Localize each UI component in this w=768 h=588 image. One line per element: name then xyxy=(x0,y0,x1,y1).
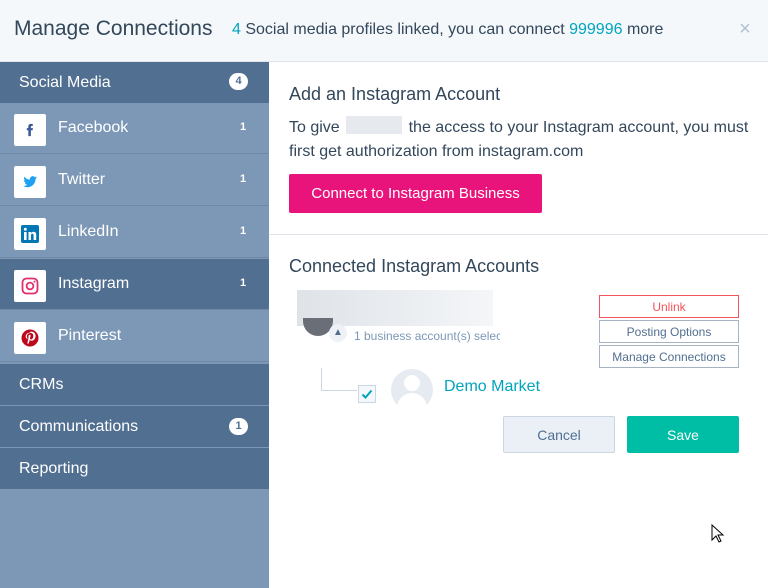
tree-connector xyxy=(321,368,322,390)
sidebar-item-twitter[interactable]: Twitter 1 xyxy=(0,155,269,206)
default-avatar-icon xyxy=(391,369,433,411)
connected-accounts-title: Connected Instagram Accounts xyxy=(289,256,540,276)
sidebar-section-label: Social Media xyxy=(19,74,111,91)
sidebar-section-reporting[interactable]: Reporting xyxy=(0,448,269,489)
business-account-count: 1 business account(s) selected xyxy=(354,329,500,343)
sidebar-section-label: Reporting xyxy=(19,460,89,477)
sidebar-item-label: Twitter xyxy=(58,171,106,188)
sidebar-item-label: LinkedIn xyxy=(58,223,119,240)
sidebar-section-label: Communications xyxy=(19,418,139,435)
social-media-count-badge: 4 xyxy=(229,73,248,90)
pinterest-icon xyxy=(14,322,46,354)
summary-text: Social media profiles linked, you can co… xyxy=(245,21,565,38)
close-icon[interactable]: × xyxy=(736,19,754,39)
sidebar-item-count: 1 xyxy=(240,121,247,133)
twitter-icon xyxy=(14,166,46,198)
account-checkbox[interactable] xyxy=(358,385,376,403)
sidebar-item-count: 1 xyxy=(240,277,247,289)
sidebar-item-label: Pinterest xyxy=(58,327,122,344)
mouse-cursor-icon xyxy=(711,524,725,543)
main-panel: Add an Instagram Account To give the acc… xyxy=(269,62,768,588)
tree-connector xyxy=(321,390,357,391)
instagram-icon xyxy=(14,270,46,302)
sidebar-item-count: 1 xyxy=(240,225,247,237)
sidebar-item-label: Instagram xyxy=(58,275,130,292)
sidebar-item-pinterest[interactable]: Pinterest xyxy=(0,311,269,362)
facebook-icon xyxy=(14,114,46,146)
sidebar-item-count: 1 xyxy=(240,173,247,185)
sidebar-section-communications[interactable]: Communications 1 xyxy=(0,406,269,447)
add-account-title: Add an Instagram Account xyxy=(289,84,501,104)
description-start: To give xyxy=(289,119,340,136)
section-divider xyxy=(269,234,768,235)
save-button[interactable]: Save xyxy=(627,416,739,453)
posting-options-button[interactable]: Posting Options xyxy=(599,320,739,343)
communications-count-badge: 1 xyxy=(229,418,248,435)
sidebar-item-facebook[interactable]: Facebook 1 xyxy=(0,103,269,154)
sidebar-section-crms[interactable]: CRMs xyxy=(0,364,269,405)
checkmark-icon xyxy=(361,389,373,399)
manage-connections-button[interactable]: Manage Connections xyxy=(599,345,739,368)
linked-count: 4 xyxy=(232,21,241,38)
sidebar-item-instagram[interactable]: Instagram 1 xyxy=(0,259,269,310)
connections-summary: 4 Social media profiles linked, you can … xyxy=(232,21,663,39)
summary-suffix: more xyxy=(626,21,664,38)
modal-header: Manage Connections 4 Social media profil… xyxy=(0,0,768,62)
sidebar-section-social-media[interactable]: Social Media 4 xyxy=(0,62,269,103)
sidebar-item-linkedin[interactable]: LinkedIn 1 xyxy=(0,207,269,258)
chevron-up-icon[interactable]: ▲ xyxy=(329,324,347,342)
linkedin-icon xyxy=(14,218,46,250)
cancel-button[interactable]: Cancel xyxy=(503,416,615,453)
sidebar-section-label: CRMs xyxy=(19,376,64,393)
unlink-button[interactable]: Unlink xyxy=(599,295,739,318)
redacted-name xyxy=(346,116,403,134)
add-account-description: To give the access to your Instagram acc… xyxy=(289,116,759,164)
page-title: Manage Connections xyxy=(14,17,213,40)
account-name-link[interactable]: Demo Market xyxy=(444,378,540,396)
remaining-count: 999996 xyxy=(569,21,623,38)
sidebar-item-label: Facebook xyxy=(58,119,129,136)
connect-instagram-business-button[interactable]: Connect to Instagram Business xyxy=(289,174,542,213)
sidebar: Social Media 4 Facebook 1 Twitter 1 Link… xyxy=(0,62,269,588)
